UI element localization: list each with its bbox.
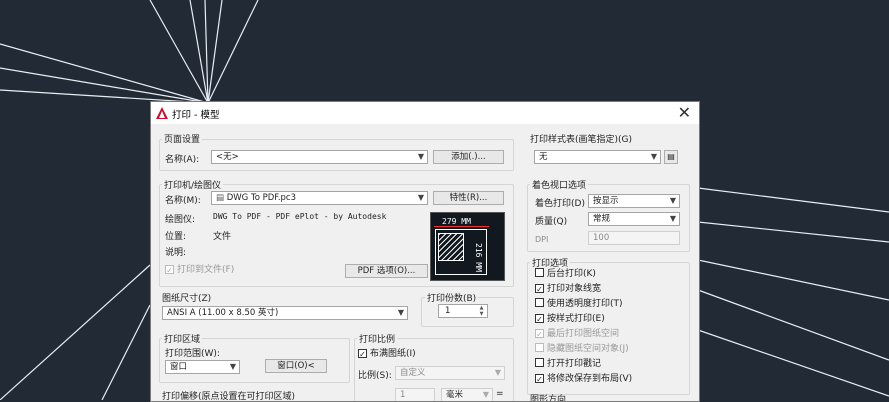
printer-name-label: 名称(M): (165, 196, 201, 206)
preview-width-label: 279 MM (442, 217, 471, 226)
print-range-select[interactable]: 窗口 ▼ (165, 360, 240, 374)
edit-plot-style-button[interactable]: ▤ (664, 150, 678, 164)
page-setup-section: 页面设置 (162, 132, 203, 145)
spinner-arrows-icon: ▲ ▼ (479, 305, 484, 317)
preview-height-label: 216 MM (474, 243, 483, 272)
dpi-input[interactable]: 100 (588, 231, 680, 245)
print-area-section: 打印区域 (162, 332, 203, 345)
plot-style-section: 打印样式表(画笔指定)(G) (530, 135, 633, 145)
paper-size-select[interactable]: ANSI A (11.00 x 8.50 英寸) ▼ (162, 306, 408, 320)
fit-to-paper-checkbox[interactable]: ✓ 布满图纸(I) (358, 348, 416, 360)
copies-spinner[interactable]: 1 ▲ ▼ (438, 304, 488, 318)
page-setup-name-select[interactable]: <无> ▼ (211, 150, 428, 164)
checkbox-box: ✓ (165, 265, 174, 275)
paper-preview: 279 MM 216 MM (430, 212, 505, 281)
page-setup-name-label: 名称(A): (165, 155, 200, 165)
window-select-button[interactable]: 窗口(O)< (265, 359, 327, 373)
printer-icon: ▤ (216, 193, 227, 203)
printer-section: 打印机/绘图仪 (162, 178, 224, 191)
shade-plot-select[interactable]: 按显示 ▼ (588, 194, 680, 208)
hide-paperspace-objects-checkbox[interactable]: 隐藏图纸空间对象(J) (535, 343, 629, 355)
copies-section: 打印份数(B) (425, 291, 479, 304)
save-changes-to-layout-checkbox[interactable]: ✓ 将修改保存到布局(V) (535, 373, 632, 385)
plot-stamp-checkbox[interactable]: 打开打印戳记 (535, 358, 601, 370)
plot-lineweights-checkbox[interactable]: ✓ 打印对象线宽 (535, 283, 601, 295)
plot-paperspace-last-checkbox[interactable]: ✓ 最后打印图纸空间 (535, 328, 619, 340)
quality-select[interactable]: 常规 ▼ (588, 212, 680, 226)
shaded-viewport-section: 着色视口选项 (530, 178, 589, 191)
page-setup-add-button[interactable]: 添加(.)... (433, 150, 504, 164)
autocad-logo-icon (156, 107, 168, 119)
checkbox-box: ✓ (535, 374, 544, 384)
checkbox-box (535, 298, 544, 307)
chevron-down-icon: ▼ (494, 368, 501, 377)
chevron-down-icon: ▼ (650, 152, 657, 161)
chevron-down-icon: ▼ (417, 193, 424, 202)
checkbox-box: ✓ (535, 284, 544, 294)
chevron-down-icon: ▼ (417, 152, 424, 161)
description-label: 说明: (165, 248, 187, 258)
plotter-label: 绘图仪: (165, 215, 196, 225)
preview-printable-area (438, 233, 464, 261)
chevron-down-icon: ▼ (669, 214, 676, 223)
edit-table-icon: ▤ (667, 152, 675, 161)
plot-offset-section: 打印偏移(原点设置在可打印区域) (162, 392, 296, 402)
chevron-down-icon: ▼ (229, 362, 236, 371)
plot-style-select[interactable]: 无 ▼ (534, 150, 661, 164)
pdf-options-button[interactable]: PDF 选项(O)... (345, 264, 428, 278)
checkbox-box: ✓ (535, 329, 544, 339)
scale-select[interactable]: 自定义 ▼ (395, 366, 505, 380)
print-to-file-checkbox[interactable]: ✓ 打印到文件(F) (165, 264, 234, 276)
checkbox-box (535, 268, 544, 277)
orientation-section: 图形方向 (530, 395, 567, 402)
checkbox-box: ✓ (535, 314, 544, 324)
print-scale-section: 打印比例 (357, 332, 398, 345)
quality-label: 质量(Q) (535, 217, 568, 227)
plot-dialog: 打印 - 模型 ✕ 页面设置 名称(A): <无> ▼ 添加(.)... 打印机/… (150, 101, 700, 402)
close-icon[interactable]: ✕ (678, 104, 691, 122)
dialog-titlebar: 打印 - 模型 ✕ (151, 102, 699, 124)
print-range-label: 打印范围(W): (165, 349, 220, 359)
scale-equals-sign: = (496, 389, 504, 399)
scale-label: 比例(S): (358, 371, 392, 381)
location-label: 位置: (165, 232, 187, 242)
printer-name-select[interactable]: ▤ DWG To PDF.pc3 ▼ (211, 191, 428, 205)
chevron-down-icon: ▼ (397, 308, 404, 317)
checkbox-box: ✓ (358, 349, 367, 359)
checkbox-box (535, 358, 544, 367)
chevron-down-icon: ▼ (669, 196, 676, 205)
printer-properties-button[interactable]: 特性(R)... (433, 191, 504, 205)
paper-size-section: 图纸尺寸(Z) (162, 294, 212, 304)
plotter-value: DWG To PDF - PDF ePlot - by Autodesk (213, 212, 387, 221)
dialog-title: 打印 - 模型 (172, 110, 220, 121)
plot-with-styles-checkbox[interactable]: ✓ 按样式打印(E) (535, 313, 605, 325)
chevron-down-icon: ▼ (482, 390, 489, 399)
dpi-label: DPI (535, 235, 549, 244)
checkbox-box (535, 343, 544, 352)
preview-top-line (434, 226, 489, 227)
shade-plot-label: 着色打印(D) (535, 199, 585, 209)
plot-transparency-checkbox[interactable]: 使用透明度打印(T) (535, 298, 623, 310)
background-plot-checkbox[interactable]: 后台打印(K) (535, 268, 596, 280)
location-value: 文件 (213, 232, 232, 242)
